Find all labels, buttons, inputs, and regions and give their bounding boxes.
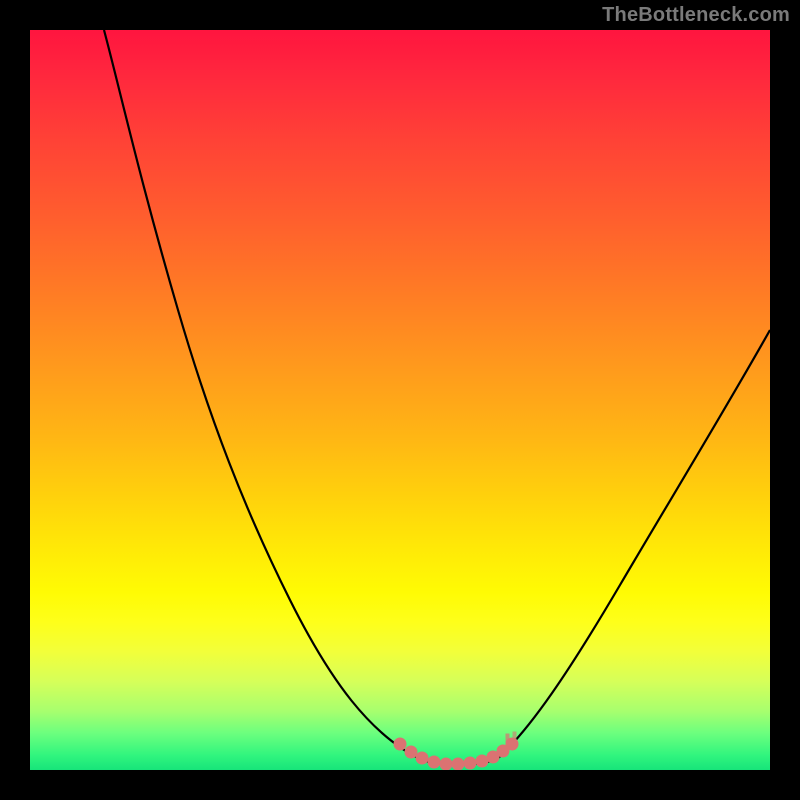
curve-layer [30,30,770,770]
watermark-text: TheBottleneck.com [602,4,790,27]
plot-area [30,30,770,770]
curve-left-branch [104,30,422,760]
chart-stage: TheBottleneck.com [0,0,800,800]
minimum-markers [394,732,518,770]
curve-right-branch [496,330,770,760]
